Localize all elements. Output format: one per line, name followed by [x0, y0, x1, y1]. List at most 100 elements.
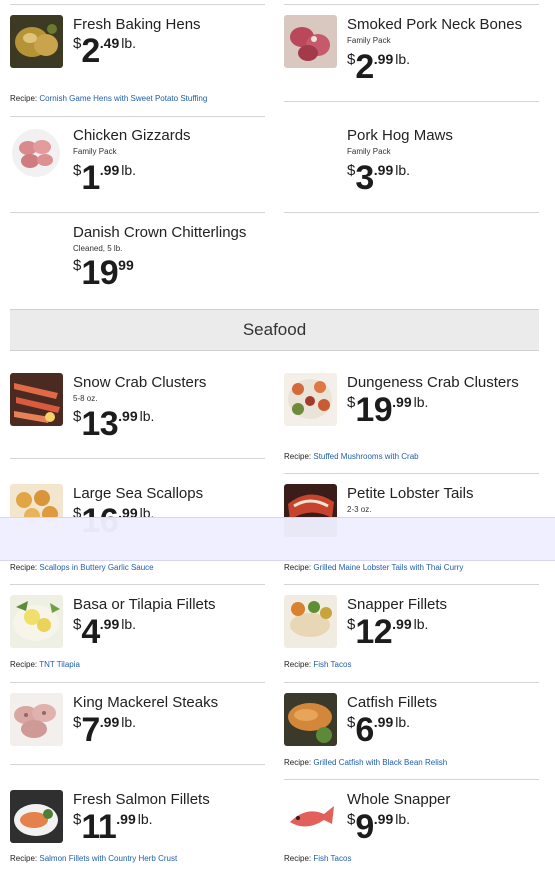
price-dollars: 11: [81, 808, 117, 846]
product-name[interactable]: Catfish Fillets: [347, 694, 437, 711]
product-card-chicken-gizzards[interactable]: Chicken Gizzards Family Pack $1.99 lb.: [10, 126, 266, 196]
recipe-line: Recipe: Scallops in Buttery Garlic Sauce: [10, 563, 154, 572]
product-card-snow-crab[interactable]: Snow Crab Clusters 5-8 oz. $13.99 lb.: [10, 373, 266, 448]
chicken-gizzards-image[interactable]: [10, 126, 63, 179]
price-unit: lb.: [413, 394, 429, 410]
price-dollars: 13: [81, 405, 119, 443]
product-name[interactable]: Basa or Tilapia Fillets: [73, 596, 216, 613]
recipe-link[interactable]: Stuffed Mushrooms with Crab: [313, 452, 418, 461]
divider: [284, 584, 539, 585]
salmon-fillets-image[interactable]: [10, 790, 63, 843]
divider: [10, 764, 265, 765]
price-dollars: 19: [81, 254, 119, 292]
price-dollars: 19: [355, 391, 393, 429]
price-unit: lb.: [395, 51, 411, 67]
price-unit: lb.: [121, 35, 137, 51]
currency-symbol: $: [73, 714, 82, 731]
baking-hens-image[interactable]: [10, 15, 63, 68]
product-price: $1.99 lb.: [73, 159, 136, 197]
pork-neck-bones-image[interactable]: [284, 15, 337, 68]
product-card-pork-hog-maws[interactable]: Pork Hog Maws Family Pack $3.99 lb.: [284, 126, 540, 196]
currency-symbol: $: [347, 616, 356, 633]
price-cents: .99: [118, 408, 138, 424]
price-unit: lb.: [137, 811, 153, 827]
price-dollars: 6: [355, 711, 374, 749]
currency-symbol: $: [73, 616, 82, 633]
product-price: $7.99 lb.: [73, 713, 137, 747]
product-name[interactable]: Snow Crab Clusters: [73, 374, 206, 391]
basa-tilapia-image[interactable]: [10, 595, 63, 648]
price-cents: .99: [392, 616, 412, 632]
recipe-link[interactable]: Scallops in Buttery Garlic Sauce: [39, 563, 153, 572]
recipe-link[interactable]: Fish Tacos: [313, 854, 351, 863]
product-name[interactable]: Dungeness Crab Clusters: [347, 374, 519, 391]
recipe-link[interactable]: TNT Tilapia: [39, 660, 80, 669]
product-name[interactable]: Large Sea Scallops: [73, 485, 203, 502]
product-name[interactable]: Petite Lobster Tails: [347, 485, 473, 502]
product-price: $4.99 lb.: [73, 615, 136, 649]
product-name[interactable]: Fresh Salmon Fillets: [73, 791, 210, 808]
product-name[interactable]: Fresh Baking Hens: [73, 16, 201, 33]
recipe-link[interactable]: Fish Tacos: [313, 660, 351, 669]
product-size: 2-3 oz.: [347, 505, 372, 514]
product-size: Family Pack: [347, 36, 391, 45]
price-cents: .99: [99, 714, 120, 730]
currency-symbol: $: [347, 811, 356, 828]
product-size: 5-8 oz.: [73, 394, 98, 403]
product-card-basa-tilapia[interactable]: Basa or Tilapia Fillets $4.99 lb. Recipe:…: [10, 595, 266, 675]
product-name[interactable]: Whole Snapper: [347, 791, 450, 808]
recipe-line: Recipe: Fish Tacos: [284, 854, 351, 863]
price-cents: .99: [99, 616, 120, 632]
catfish-fillets-image[interactable]: [284, 693, 337, 746]
product-card-king-mackerel[interactable]: King Mackerel Steaks $7.99 lb.: [10, 693, 266, 763]
recipe-link[interactable]: Cornish Game Hens with Sweet Potato Stuf…: [39, 94, 207, 103]
product-price: $12.99 lb.: [347, 613, 428, 651]
product-name[interactable]: Chicken Gizzards: [73, 127, 191, 144]
product-card-pork-neck-bones[interactable]: Smoked Pork Neck Bones Family Pack $2.99…: [284, 15, 540, 85]
price-unit: lb.: [395, 714, 411, 730]
product-card-dungeness-crab[interactable]: Dungeness Crab Clusters $19.99 lb. Recipe…: [284, 373, 540, 463]
product-name[interactable]: Danish Crown Chitterlings: [73, 224, 246, 241]
price-cents: .49: [99, 35, 120, 51]
product-card-snapper-fillets[interactable]: Snapper Fillets $12.99 lb. Recipe: Fish T…: [284, 595, 540, 675]
product-size: Family Pack: [73, 147, 117, 156]
price-dollars: 2: [355, 48, 374, 86]
product-card-whole-snapper[interactable]: Whole Snapper $9.99 lb. Recipe: Fish Taco…: [284, 790, 540, 870]
recipe-link[interactable]: Grilled Maine Lobster Tails with Thai Cu…: [313, 563, 463, 572]
recipe-label: Recipe:: [284, 452, 312, 461]
price-unit: lb.: [139, 408, 155, 424]
recipe-link[interactable]: Salmon Fillets with Country Herb Crust: [39, 854, 177, 863]
product-price: $19.99 lb.: [347, 391, 429, 429]
currency-symbol: $: [347, 714, 356, 731]
product-name[interactable]: Pork Hog Maws: [347, 127, 453, 144]
recipe-link[interactable]: Grilled Catfish with Black Bean Relish: [313, 758, 447, 767]
product-card-catfish-fillets[interactable]: Catfish Fillets $6.99 lb. Recipe: Grilled…: [284, 693, 540, 773]
product-name[interactable]: Snapper Fillets: [347, 596, 447, 613]
whole-snapper-image[interactable]: [284, 790, 337, 843]
price-cents: .99: [373, 51, 394, 67]
price-dollars: 12: [355, 613, 393, 651]
product-name[interactable]: Smoked Pork Neck Bones: [347, 16, 522, 33]
divider: [284, 682, 539, 683]
recipe-label: Recipe:: [10, 563, 38, 572]
product-price: $1999: [73, 254, 134, 292]
weekly-ad-page: { "meat": { "baking_hens": {"name":"Fres…: [0, 0, 555, 873]
snow-crab-image[interactable]: [10, 373, 63, 426]
product-name[interactable]: King Mackerel Steaks: [73, 694, 218, 711]
recipe-label: Recipe:: [284, 758, 312, 767]
currency-symbol: $: [347, 51, 356, 68]
price-unit: lb.: [121, 714, 137, 730]
dungeness-crab-image[interactable]: [284, 373, 337, 426]
king-mackerel-image[interactable]: [10, 693, 63, 746]
price-cents: 99: [118, 257, 134, 273]
snapper-fillets-image[interactable]: [284, 595, 337, 648]
product-card-baking-hens[interactable]: Fresh Baking Hens $2.49 lb. Recipe: Corni…: [10, 15, 266, 110]
recipe-label: Recipe:: [284, 854, 312, 863]
product-card-chitterlings[interactable]: Danish Crown Chitterlings Cleaned, 5 lb.…: [10, 223, 266, 298]
section-header-seafood[interactable]: Seafood: [10, 309, 539, 351]
product-card-salmon-fillets[interactable]: Fresh Salmon Fillets $11.99 lb. Recipe: S…: [10, 790, 266, 870]
divider: [284, 212, 539, 213]
price-dollars: 1: [81, 159, 100, 197]
price-cents: .99: [116, 811, 136, 827]
price-dollars: 9: [355, 808, 374, 846]
